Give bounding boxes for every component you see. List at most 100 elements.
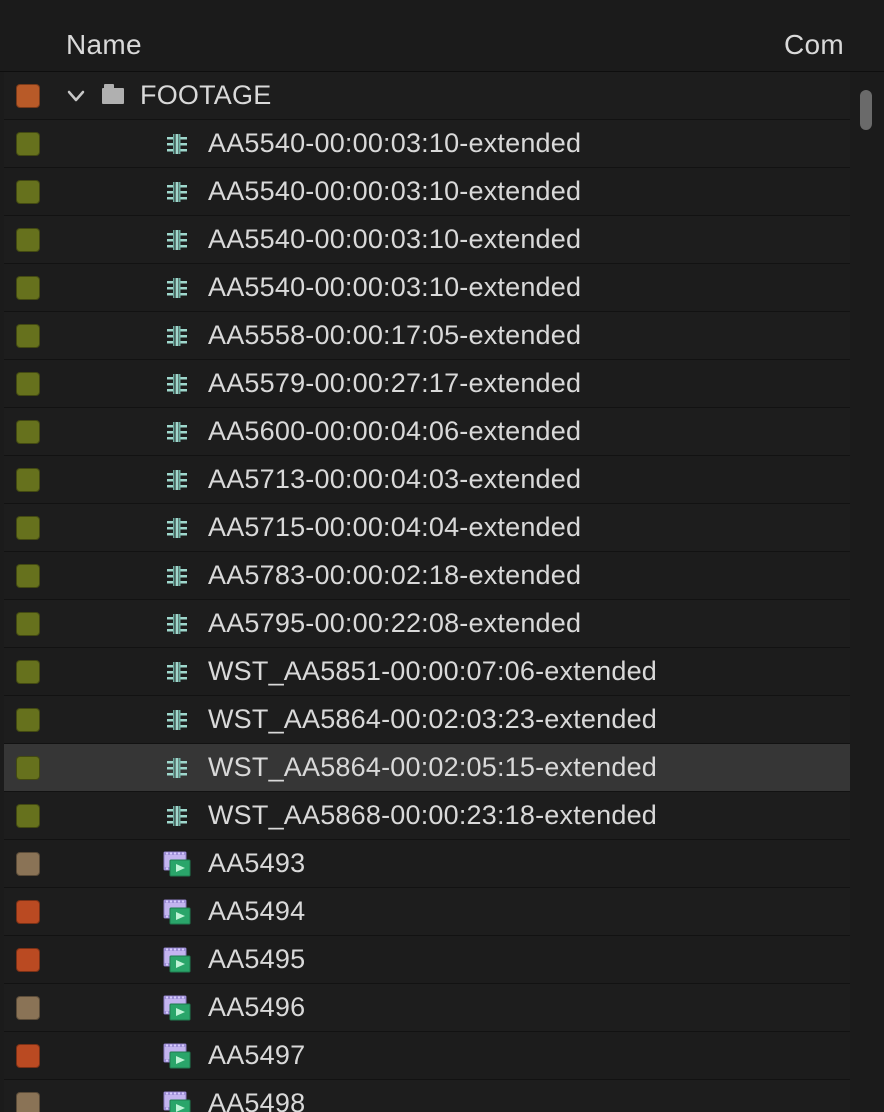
item-name[interactable]: AA5540-00:00:03:10-extended bbox=[208, 176, 581, 207]
project-item-row[interactable]: AA5713-00:00:04:03-extended bbox=[4, 456, 850, 504]
project-item-row[interactable]: AA5494 bbox=[4, 888, 850, 936]
label-color-swatch[interactable] bbox=[16, 852, 40, 876]
project-item-row[interactable]: WST_AA5864-00:02:05:15-extended bbox=[4, 744, 850, 792]
label-color-swatch[interactable] bbox=[16, 324, 40, 348]
project-panel: Name Com FOOTAGE AA5540-00:00:03:10-exte… bbox=[0, 0, 884, 1112]
expand-toggle[interactable] bbox=[64, 84, 88, 108]
label-color-swatch[interactable] bbox=[16, 804, 40, 828]
item-name[interactable]: AA5494 bbox=[208, 896, 305, 927]
project-item-row[interactable]: AA5493 bbox=[4, 840, 850, 888]
item-name[interactable]: WST_AA5868-00:00:23:18-extended bbox=[208, 800, 657, 831]
label-color-swatch[interactable] bbox=[16, 564, 40, 588]
footage-icon bbox=[163, 1091, 191, 1112]
composition-icon-slot bbox=[162, 611, 192, 637]
composition-icon bbox=[164, 611, 190, 637]
composition-icon-slot bbox=[162, 227, 192, 253]
item-name[interactable]: AA5495 bbox=[208, 944, 305, 975]
composition-icon bbox=[164, 131, 190, 157]
footage-icon bbox=[163, 947, 191, 973]
project-item-row[interactable]: AA5600-00:00:04:06-extended bbox=[4, 408, 850, 456]
chevron-down-icon bbox=[66, 86, 86, 106]
column-header-row: Name Com bbox=[0, 0, 884, 72]
project-item-row[interactable]: AA5540-00:00:03:10-extended bbox=[4, 216, 850, 264]
footage-icon bbox=[163, 995, 191, 1021]
item-name[interactable]: AA5497 bbox=[208, 1040, 305, 1071]
project-item-row[interactable]: WST_AA5868-00:00:23:18-extended bbox=[4, 792, 850, 840]
item-name[interactable]: AA5498 bbox=[208, 1088, 305, 1112]
item-name[interactable]: AA5715-00:00:04:04-extended bbox=[208, 512, 581, 543]
item-name[interactable]: AA5783-00:00:02:18-extended bbox=[208, 560, 581, 591]
composition-icon bbox=[164, 515, 190, 541]
composition-icon bbox=[164, 659, 190, 685]
composition-icon bbox=[164, 803, 190, 829]
composition-icon-slot bbox=[162, 803, 192, 829]
item-name[interactable]: AA5600-00:00:04:06-extended bbox=[208, 416, 581, 447]
item-name[interactable]: AA5540-00:00:03:10-extended bbox=[208, 272, 581, 303]
project-item-row[interactable]: AA5783-00:00:02:18-extended bbox=[4, 552, 850, 600]
item-name[interactable]: AA5795-00:00:22:08-extended bbox=[208, 608, 581, 639]
bin-name[interactable]: FOOTAGE bbox=[140, 80, 271, 111]
label-color-swatch[interactable] bbox=[16, 1044, 40, 1068]
composition-icon-slot bbox=[162, 467, 192, 493]
footage-icon-slot bbox=[162, 947, 192, 973]
column-header-comment[interactable]: Com bbox=[784, 29, 884, 61]
composition-icon-slot bbox=[162, 563, 192, 589]
footage-icon-slot bbox=[162, 995, 192, 1021]
bin-row[interactable]: FOOTAGE bbox=[4, 72, 850, 120]
project-item-row[interactable]: WST_AA5864-00:02:03:23-extended bbox=[4, 696, 850, 744]
composition-icon-slot bbox=[162, 755, 192, 781]
label-color-swatch[interactable] bbox=[16, 708, 40, 732]
item-name[interactable]: AA5540-00:00:03:10-extended bbox=[208, 224, 581, 255]
project-item-row[interactable]: AA5558-00:00:17:05-extended bbox=[4, 312, 850, 360]
item-name[interactable]: AA5579-00:00:27:17-extended bbox=[208, 368, 581, 399]
item-name[interactable]: AA5540-00:00:03:10-extended bbox=[208, 128, 581, 159]
item-name[interactable]: AA5558-00:00:17:05-extended bbox=[208, 320, 581, 351]
project-item-row[interactable]: AA5540-00:00:03:10-extended bbox=[4, 120, 850, 168]
label-color-swatch[interactable] bbox=[16, 1092, 40, 1112]
vertical-scrollbar[interactable] bbox=[860, 90, 874, 130]
project-item-row[interactable]: AA5495 bbox=[4, 936, 850, 984]
item-name[interactable]: AA5493 bbox=[208, 848, 305, 879]
label-color-swatch[interactable] bbox=[16, 948, 40, 972]
item-name[interactable]: AA5713-00:00:04:03-extended bbox=[208, 464, 581, 495]
composition-icon-slot bbox=[162, 179, 192, 205]
label-color-swatch[interactable] bbox=[16, 516, 40, 540]
composition-icon-slot bbox=[162, 515, 192, 541]
label-color-swatch[interactable] bbox=[16, 900, 40, 924]
project-item-row[interactable]: AA5498 bbox=[4, 1080, 850, 1112]
composition-icon bbox=[164, 275, 190, 301]
label-color-swatch[interactable] bbox=[16, 612, 40, 636]
item-name[interactable]: WST_AA5864-00:02:05:15-extended bbox=[208, 752, 657, 783]
item-name[interactable]: WST_AA5864-00:02:03:23-extended bbox=[208, 704, 657, 735]
project-item-row[interactable]: AA5496 bbox=[4, 984, 850, 1032]
project-item-row[interactable]: AA5579-00:00:27:17-extended bbox=[4, 360, 850, 408]
composition-icon-slot bbox=[162, 275, 192, 301]
project-item-row[interactable]: AA5540-00:00:03:10-extended bbox=[4, 264, 850, 312]
project-item-row[interactable]: AA5540-00:00:03:10-extended bbox=[4, 168, 850, 216]
label-color-swatch[interactable] bbox=[16, 276, 40, 300]
composition-icon bbox=[164, 323, 190, 349]
project-item-row[interactable]: AA5715-00:00:04:04-extended bbox=[4, 504, 850, 552]
column-header-name[interactable]: Name bbox=[0, 29, 784, 61]
composition-icon bbox=[164, 227, 190, 253]
label-color-swatch[interactable] bbox=[16, 132, 40, 156]
label-color-swatch[interactable] bbox=[16, 180, 40, 204]
project-item-row[interactable]: WST_AA5851-00:00:07:06-extended bbox=[4, 648, 850, 696]
label-color-swatch[interactable] bbox=[16, 228, 40, 252]
label-color-swatch[interactable] bbox=[16, 84, 40, 108]
scrollbar-thumb[interactable] bbox=[860, 90, 872, 130]
label-color-swatch[interactable] bbox=[16, 372, 40, 396]
label-color-swatch[interactable] bbox=[16, 996, 40, 1020]
item-name[interactable]: AA5496 bbox=[208, 992, 305, 1023]
project-item-row[interactable]: AA5795-00:00:22:08-extended bbox=[4, 600, 850, 648]
label-color-swatch[interactable] bbox=[16, 660, 40, 684]
composition-icon bbox=[164, 467, 190, 493]
label-color-swatch[interactable] bbox=[16, 420, 40, 444]
label-color-swatch[interactable] bbox=[16, 468, 40, 492]
footage-icon bbox=[163, 851, 191, 877]
composition-icon-slot bbox=[162, 707, 192, 733]
footage-icon bbox=[163, 899, 191, 925]
label-color-swatch[interactable] bbox=[16, 756, 40, 780]
project-item-row[interactable]: AA5497 bbox=[4, 1032, 850, 1080]
item-name[interactable]: WST_AA5851-00:00:07:06-extended bbox=[208, 656, 657, 687]
